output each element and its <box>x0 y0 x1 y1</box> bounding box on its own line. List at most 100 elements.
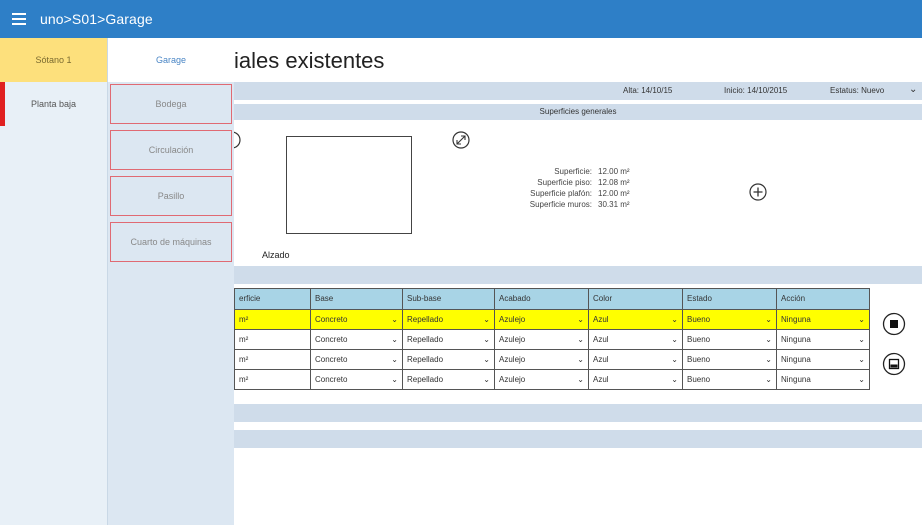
surface-metrics: Superficie: 12.00 m² Superficie piso: 12… <box>504 166 630 210</box>
breadcrumb: uno>S01>Garage <box>40 11 153 27</box>
metric-row: Superficie piso: 12.08 m² <box>504 177 630 188</box>
chevron-down-icon: ⌄ <box>765 335 772 344</box>
page-title: iales existentes <box>234 48 385 73</box>
acabado-select[interactable]: Azulejo ⌄ <box>494 310 588 330</box>
chevron-down-icon: ⌄ <box>483 335 490 344</box>
metric-value: 12.08 m² <box>598 178 630 187</box>
room-item-bodega[interactable]: Bodega <box>110 84 232 124</box>
chevron-down-icon: ⌄ <box>577 315 584 324</box>
chevron-down-icon[interactable]: ⌄ <box>909 84 917 95</box>
chevron-down-icon: ⌄ <box>765 315 772 324</box>
metric-label: Superficie muros: <box>529 200 592 209</box>
estado-select[interactable]: Bueno ⌄ <box>682 310 776 330</box>
color-select[interactable]: Azul ⌄ <box>588 330 682 350</box>
levels-panel: Sótano 1 Planta baja <box>0 38 108 525</box>
chevron-down-icon: ⌄ <box>391 355 398 364</box>
surface-cell: m² <box>234 370 310 390</box>
column-header: Acabado <box>494 288 588 310</box>
sub-base-select[interactable]: Repellado ⌄ <box>402 310 494 330</box>
sub-base-select[interactable]: Repellado ⌄ <box>402 370 494 390</box>
chevron-down-icon: ⌄ <box>483 315 490 324</box>
color-select[interactable]: Azul ⌄ <box>588 370 682 390</box>
room-item-pasillo[interactable]: Pasillo <box>110 176 232 216</box>
chevron-down-icon: ⌄ <box>671 355 678 364</box>
base-select[interactable]: Concreto ⌄ <box>310 330 402 350</box>
surface-cell: m² <box>234 330 310 350</box>
column-header: Acción <box>776 288 870 310</box>
metric-value: 30.31 m² <box>598 200 630 209</box>
sub-base-select[interactable]: Repellado ⌄ <box>402 330 494 350</box>
level-item-planta-baja[interactable]: Planta baja <box>0 82 107 126</box>
chevron-down-icon: ⌄ <box>765 355 772 364</box>
rotate-icon[interactable] <box>234 130 242 150</box>
chevron-down-icon: ⌄ <box>577 375 584 384</box>
chevron-down-icon: ⌄ <box>391 335 398 344</box>
base-select[interactable]: Concreto ⌄ <box>310 370 402 390</box>
metric-label: Superficie: <box>554 167 592 176</box>
table-row[interactable]: m² Concreto ⌄ Repellado ⌄ Azulejo ⌄ Azul ⌄ B… <box>234 370 870 390</box>
table-header: erficie Base Sub-base Acabado Color Esta… <box>234 288 870 310</box>
menu-icon[interactable] <box>12 13 34 25</box>
app-window: uno>S01>Garage Sótano 1 Planta baja Gara… <box>0 0 922 525</box>
chevron-down-icon: ⌄ <box>858 375 865 384</box>
sub-base-select[interactable]: Repellado ⌄ <box>402 350 494 370</box>
add-icon[interactable] <box>748 182 768 202</box>
chevron-down-icon: ⌄ <box>483 355 490 364</box>
metric-label: Superficie piso: <box>537 178 592 187</box>
color-select[interactable]: Azul ⌄ <box>588 310 682 330</box>
accion-select[interactable]: Ninguna ⌄ <box>776 330 870 350</box>
room-item-garage[interactable]: Garage <box>108 38 234 82</box>
chevron-down-icon: ⌄ <box>577 355 584 364</box>
metric-row: Superficie: 12.00 m² <box>504 166 630 177</box>
chevron-down-icon: ⌄ <box>858 315 865 324</box>
level-alert-marker <box>0 82 5 126</box>
column-header: Color <box>588 288 682 310</box>
inicio-date: Inicio: 14/10/2015 <box>724 86 788 95</box>
room-item-cuarto-de-maquinas[interactable]: Cuarto de máquinas <box>110 222 232 262</box>
main-content: iales existentes Alta: 14/10/15 Inicio: … <box>234 38 922 525</box>
room-item-circulacion[interactable]: Circulación <box>110 130 232 170</box>
estado-select[interactable]: Bueno ⌄ <box>682 350 776 370</box>
chevron-down-icon: ⌄ <box>391 315 398 324</box>
chevron-down-icon: ⌄ <box>671 335 678 344</box>
base-select[interactable]: Concreto ⌄ <box>310 350 402 370</box>
title-bar: uno>S01>Garage <box>0 0 922 38</box>
chevron-down-icon: ⌄ <box>671 315 678 324</box>
chevron-down-icon: ⌄ <box>671 375 678 384</box>
column-header: Estado <box>682 288 776 310</box>
save-icon[interactable] <box>882 352 906 376</box>
chevron-down-icon: ⌄ <box>765 375 772 384</box>
acabado-select[interactable]: Azulejo ⌄ <box>494 370 588 390</box>
status-text: Estatus: Nuevo <box>830 86 885 95</box>
section-divider <box>234 430 922 448</box>
table-row[interactable]: m² Concreto ⌄ Repellado ⌄ Azulejo ⌄ Azul ⌄ B… <box>234 310 870 330</box>
surface-cell: m² <box>234 310 310 330</box>
color-select[interactable]: Azul ⌄ <box>588 350 682 370</box>
accion-select[interactable]: Ninguna ⌄ <box>776 370 870 390</box>
rooms-panel: Garage Bodega Circulación Pasillo Cuarto… <box>108 38 234 525</box>
alzado-label: Alzado <box>262 250 290 260</box>
acabado-select[interactable]: Azulejo ⌄ <box>494 350 588 370</box>
estado-select[interactable]: Bueno ⌄ <box>682 370 776 390</box>
acabado-select[interactable]: Azulejo ⌄ <box>494 330 588 350</box>
metric-value: 12.00 m² <box>598 167 630 176</box>
estado-select[interactable]: Bueno ⌄ <box>682 330 776 350</box>
level-label: Planta baja <box>30 99 77 109</box>
stop-icon[interactable] <box>882 312 906 336</box>
expand-icon[interactable] <box>451 130 471 150</box>
metric-value: 12.00 m² <box>598 189 630 198</box>
table-row[interactable]: m² Concreto ⌄ Repellado ⌄ Azulejo ⌄ Azul ⌄ B… <box>234 350 870 370</box>
table-row[interactable]: m² Concreto ⌄ Repellado ⌄ Azulejo ⌄ Azul ⌄ B… <box>234 330 870 350</box>
chevron-down-icon: ⌄ <box>391 375 398 384</box>
chevron-down-icon: ⌄ <box>858 355 865 364</box>
surface-preview <box>286 136 412 234</box>
metric-row: Superficie plafón: 12.00 m² <box>504 188 630 199</box>
accion-select[interactable]: Ninguna ⌄ <box>776 350 870 370</box>
accion-select[interactable]: Ninguna ⌄ <box>776 310 870 330</box>
level-label: Sótano 1 <box>35 55 72 65</box>
materials-table: erficie Base Sub-base Acabado Color Esta… <box>234 288 870 390</box>
column-header: Sub-base <box>402 288 494 310</box>
level-item-sotano-1[interactable]: Sótano 1 <box>0 38 107 82</box>
base-select[interactable]: Concreto ⌄ <box>310 310 402 330</box>
section-divider <box>234 404 922 422</box>
